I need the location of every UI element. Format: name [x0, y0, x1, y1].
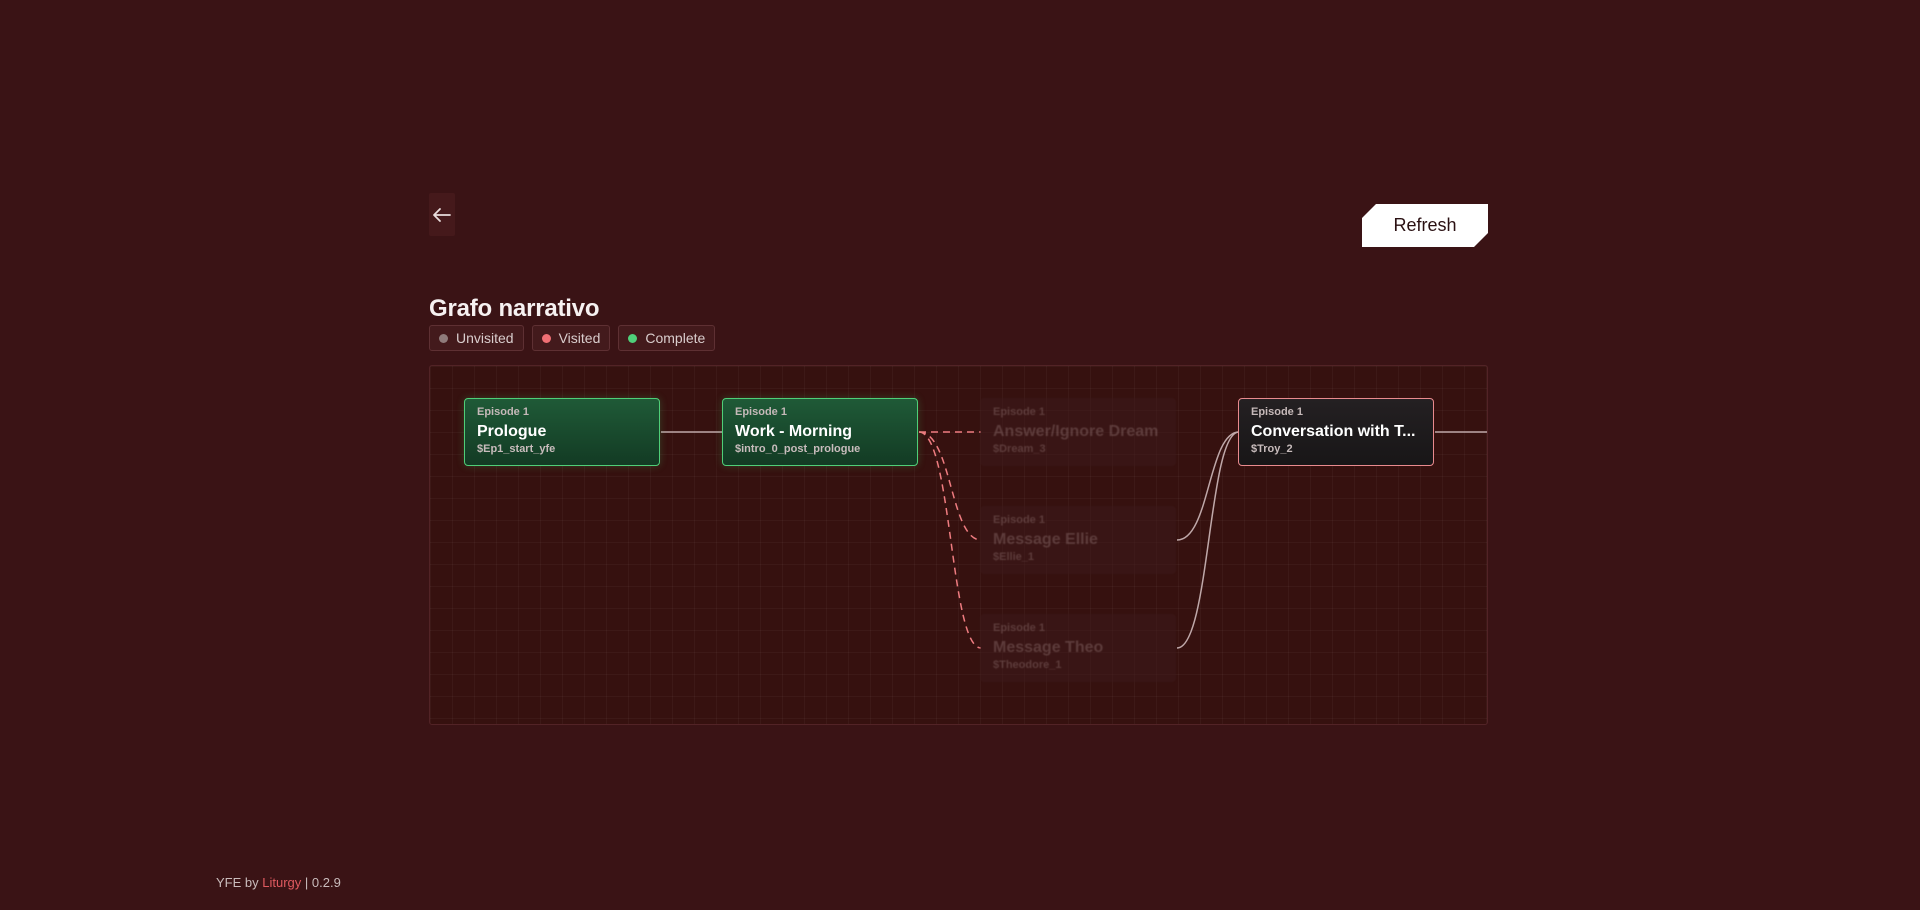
edge-work-ellie: [918, 431, 982, 541]
node-title: Conversation with T...: [1251, 423, 1416, 440]
narrative-graph[interactable]: Episode 1 Prologue $Ep1_start_yfe Episod…: [429, 365, 1488, 725]
refresh-button[interactable]: Refresh: [1362, 204, 1488, 247]
node-variable: $Troy_2: [1251, 443, 1293, 455]
node-title: Message Theo: [993, 639, 1104, 656]
node-title: Work - Morning: [735, 423, 853, 440]
legend: Unvisited Visited Complete: [429, 325, 716, 351]
node-variable: $Ep1_start_yfe: [477, 443, 556, 455]
back-button[interactable]: [429, 193, 455, 236]
legend-item-unvisited: Unvisited: [429, 325, 524, 351]
graph-node-prologue[interactable]: Episode 1 Prologue $Ep1_start_yfe: [464, 398, 660, 466]
edge-ellie-troy: [1176, 431, 1240, 541]
graph-node-message-ellie[interactable]: Episode 1 Message Ellie $Ellie_1: [980, 506, 1176, 574]
graph-node-conversation-troy[interactable]: Episode 1 Conversation with T... $Troy_2: [1238, 398, 1434, 466]
graph-node-answer-ignore-dream[interactable]: Episode 1 Answer/Ignore Dream $Dream_3: [980, 398, 1176, 466]
node-episode: Episode 1: [993, 622, 1045, 634]
node-episode: Episode 1: [477, 406, 529, 418]
node-variable: $Ellie_1: [993, 551, 1034, 563]
footer-prefix: YFE by: [216, 875, 259, 890]
node-title: Answer/Ignore Dream: [993, 423, 1159, 440]
node-title: Message Ellie: [993, 531, 1098, 548]
graph-node-work-morning[interactable]: Episode 1 Work - Morning $intro_0_post_p…: [722, 398, 918, 466]
node-episode: Episode 1: [1251, 406, 1303, 418]
edge-work-theo: [918, 431, 982, 649]
node-variable: $Dream_3: [993, 443, 1046, 455]
node-episode: Episode 1: [993, 406, 1045, 418]
page-title: Grafo narrativo: [429, 295, 600, 322]
node-variable: $intro_0_post_prologue: [735, 443, 861, 455]
status-dot-icon: [628, 333, 638, 343]
node-variable: $Theodore_1: [993, 659, 1062, 671]
footer-version: | 0.2.9: [304, 875, 341, 890]
footer-brand-link[interactable]: Liturgy: [262, 875, 301, 890]
node-episode: Episode 1: [735, 406, 787, 418]
legend-item-complete: Complete: [618, 325, 716, 351]
legend-label: Complete: [645, 330, 706, 346]
status-dot-icon: [439, 333, 448, 343]
node-episode: Episode 1: [993, 514, 1045, 526]
graph-node-message-theo[interactable]: Episode 1 Message Theo $Theodore_1: [980, 614, 1176, 682]
status-dot-icon: [541, 333, 551, 343]
arrow-left-icon: [433, 207, 451, 222]
legend-label: Unvisited: [456, 330, 514, 346]
node-title: Prologue: [477, 423, 547, 440]
legend-label: Visited: [558, 330, 601, 346]
footer: YFE by Liturgy | 0.2.9: [216, 875, 341, 890]
legend-item-visited: Visited: [531, 325, 611, 351]
edge-theo-troy: [1176, 431, 1240, 649]
